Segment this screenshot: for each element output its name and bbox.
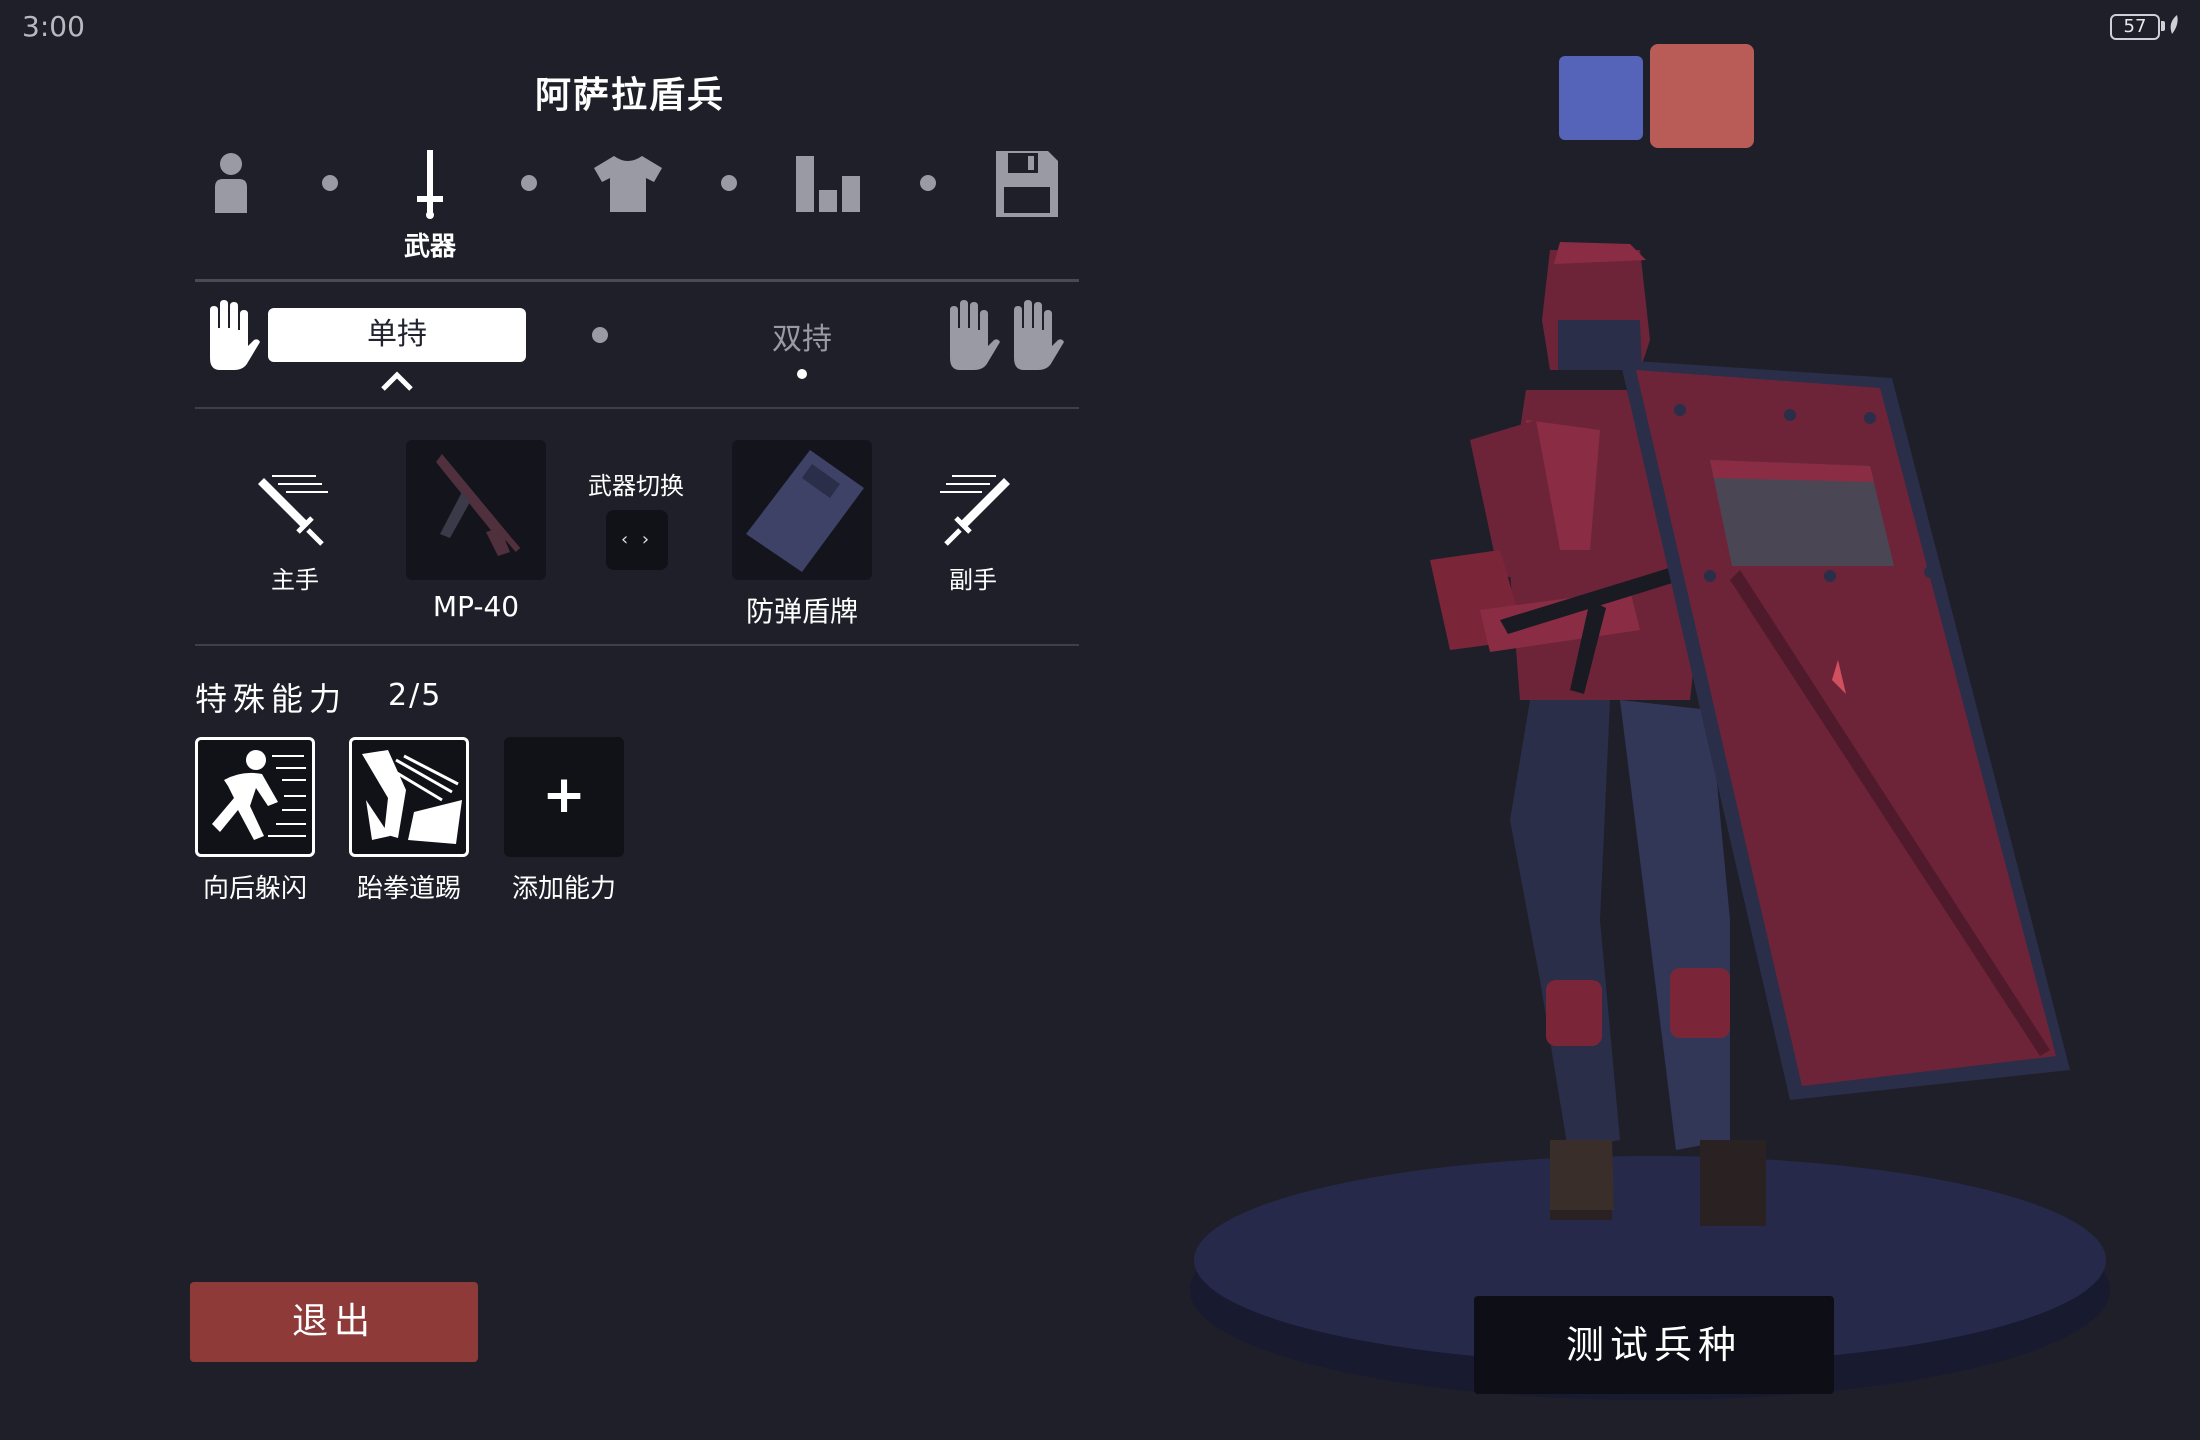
unit-boot-right xyxy=(1700,1140,1766,1226)
primary-weapon-name: MP-40 xyxy=(432,590,520,623)
step-dot xyxy=(920,175,936,191)
plus-icon: + xyxy=(542,765,586,825)
caret-up-icon xyxy=(381,371,413,391)
ability-label: 跆拳道踢 xyxy=(356,874,461,904)
exit-button[interactable]: 退出 xyxy=(190,1282,478,1362)
add-ability-button[interactable]: + xyxy=(504,737,624,857)
shirt-icon[interactable] xyxy=(590,146,666,222)
person-icon[interactable] xyxy=(193,146,269,222)
mp40-icon xyxy=(436,454,521,556)
step-dot xyxy=(521,175,537,191)
two-hands-icon[interactable] xyxy=(940,300,1064,372)
unit-leg-left xyxy=(1510,700,1620,1150)
floppy-save-icon[interactable] xyxy=(989,146,1065,222)
ability-taekwondo-kick[interactable] xyxy=(349,737,469,857)
leaf-icon xyxy=(2170,15,2178,34)
secondary-weapon-slot[interactable] xyxy=(732,440,872,580)
backstep-dodge-icon xyxy=(212,750,306,840)
unit-leg-right xyxy=(1620,700,1730,1150)
unit-kneepad-left xyxy=(1546,980,1602,1046)
divider xyxy=(195,644,1079,646)
taekwondo-kick-icon xyxy=(362,750,462,844)
grip-one-handed-option[interactable]: 单持 xyxy=(268,308,526,362)
abilities-title: 特殊能力 xyxy=(195,680,348,718)
weapon-swap-label: 武器切换 xyxy=(588,472,684,500)
unit-title: 阿萨拉盾兵 xyxy=(534,75,725,116)
abilities-count: 2/5 xyxy=(388,678,443,713)
primary-weapon-slot[interactable] xyxy=(406,440,546,580)
grip-dot xyxy=(592,327,608,343)
unit-creator-screen: 3:00 57 阿萨拉盾兵 武器 单持 双持 主手 MP-40 武器切换 ‹ ›… xyxy=(0,0,2200,1440)
divider xyxy=(195,279,1079,282)
test-unit-button[interactable]: 测试兵种 xyxy=(1474,1296,1834,1394)
ability-label: 向后躲闪 xyxy=(202,874,307,904)
add-ability-label: 添加能力 xyxy=(511,874,616,904)
ability-backstep-dodge[interactable] xyxy=(195,737,315,857)
main-hand-label: 主手 xyxy=(271,566,319,594)
team-red-swatch[interactable] xyxy=(1650,44,1754,148)
grip-two-handed-option[interactable]: 双持 xyxy=(700,314,904,358)
off-hand-sword-icon[interactable] xyxy=(928,470,1018,550)
status-time: 3:00 xyxy=(22,10,85,43)
main-hand-sword-icon[interactable] xyxy=(250,470,340,550)
grip-indicator-dot xyxy=(797,369,807,379)
team-blue-swatch[interactable] xyxy=(1559,56,1643,140)
sword-icon[interactable] xyxy=(392,146,468,222)
weapon-swap-button[interactable]: ‹ › xyxy=(606,510,668,570)
off-hand-label: 副手 xyxy=(949,566,997,594)
secondary-weapon-name: 防弹盾牌 xyxy=(745,595,858,628)
battery-indicator: 57 xyxy=(2110,14,2160,40)
divider xyxy=(195,407,1079,409)
one-hand-icon[interactable] xyxy=(200,300,260,372)
step-label-weapon: 武器 xyxy=(403,232,456,262)
riot-shield-icon xyxy=(746,450,864,572)
unit-preview[interactable] xyxy=(1170,220,2130,1440)
step-dot xyxy=(322,175,338,191)
unit-kneepad-right xyxy=(1670,968,1730,1038)
battery-tip xyxy=(2161,21,2165,31)
step-dot xyxy=(721,175,737,191)
stats-icon[interactable] xyxy=(790,146,866,222)
